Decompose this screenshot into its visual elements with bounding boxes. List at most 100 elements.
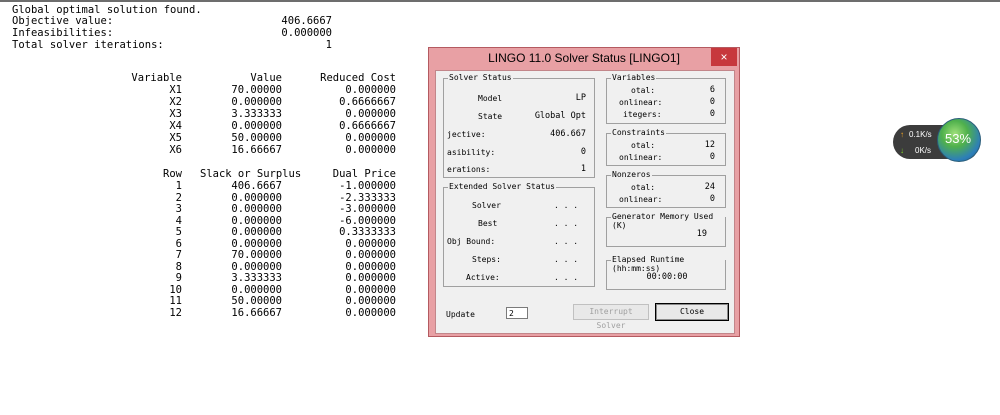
close-icon[interactable]: × [711, 48, 737, 66]
variables-integers-value: 0 [709, 109, 715, 119]
runtime-group: Elapsed Runtime (hh:mm:ss) 00:00:00 [606, 255, 726, 290]
rows-cell: 0.000000 [231, 260, 282, 273]
rows-cell: 0.000000 [231, 226, 282, 238]
rows-cell: 0.000000 [345, 249, 396, 261]
memory-value: 19 [696, 229, 707, 239]
variables-cell: 70.00000 [231, 84, 282, 96]
memory-group: Generator Memory Used (K) 19 [606, 212, 726, 247]
rows-cell: -3.000000 [339, 203, 396, 215]
obj-bound-value: . . . [554, 237, 579, 246]
extended-status-label: Extended Solver Status [448, 182, 556, 191]
constraints-total-value: 12 [704, 140, 715, 150]
rows-cell: 10 [169, 283, 182, 296]
download-rate: 0K/s [915, 146, 932, 155]
extended-status-group: Extended Solver Status Solver . . . Best… [443, 182, 595, 287]
active-label: Active: [466, 273, 500, 282]
rows-cell: 9 [175, 272, 182, 284]
rows-cell: 0.3333333 [339, 226, 396, 238]
obj-bound-label: Obj Bound: [447, 237, 496, 246]
state-label: State [478, 112, 503, 121]
rows-cell: 1 [175, 180, 182, 192]
variables-cell: X1 [169, 84, 182, 96]
nonzeros-label: Nonzeros [611, 170, 652, 179]
close-button[interactable]: Close [655, 303, 729, 321]
variables-label: Variables [611, 73, 657, 82]
constraints-total-label: otal: [631, 141, 656, 150]
rows-cell: 0.000000 [231, 237, 282, 250]
constraints-nonlinear-value: 0 [709, 152, 715, 162]
runtime-label: Elapsed Runtime (hh:mm:ss) [611, 255, 725, 273]
rows-cell: 12 [169, 306, 182, 319]
variables-cell: 3.333333 [231, 108, 282, 120]
rows-cell: 11 [169, 295, 182, 307]
objective-label: jective: [447, 130, 486, 139]
infeasibilities-label: Infeasibilities: [12, 27, 114, 39]
variables-cell: X2 [169, 96, 182, 108]
rows-cell: 0.000000 [231, 191, 282, 204]
rows-cell: 4 [175, 214, 182, 227]
variables-cell: 16.66667 [231, 144, 282, 156]
variables-cell: 0.6666667 [339, 96, 396, 108]
rows-cell: -2.333333 [339, 191, 396, 204]
rows-cell: 70.00000 [231, 249, 282, 261]
objective-value: 406.6667 [281, 15, 332, 27]
variables-nonlinear-value: 0 [709, 97, 715, 107]
runtime-value: 00:00:00 [646, 272, 688, 282]
variables-header-cell: Reduced Cost [320, 72, 396, 84]
best-label: Best [478, 219, 498, 228]
variables-cell: 0.000000 [345, 84, 396, 96]
dialog-title: LINGO 11.0 Solver Status [LINGO1] [488, 51, 680, 65]
rows-cell: 8 [175, 260, 182, 273]
variables-header-cell: Variable [131, 72, 182, 84]
best-value: . . . [554, 219, 579, 228]
state-value: Global Opt [534, 111, 586, 121]
nonzeros-nonlinear-value: 0 [709, 194, 715, 204]
iterations-value: 1 [580, 164, 586, 174]
nonzeros-nonlinear-label: onlinear: [619, 195, 663, 204]
rows-header-cell: Row [163, 168, 182, 180]
update-interval-input[interactable]: 2 [506, 307, 528, 319]
rows-cell: 0.000000 [345, 283, 396, 296]
nonzeros-group: Nonzeros otal: 24 onlinear: 0 [606, 170, 726, 208]
variables-cell: 0.000000 [345, 108, 396, 120]
memory-label: Generator Memory Used (K) [611, 212, 725, 230]
window-top-border [0, 0, 1000, 2]
solver-status-label: Solver Status [448, 73, 513, 82]
dialog-titlebar[interactable]: LINGO 11.0 Solver Status [LINGO1] × [429, 48, 739, 70]
interrupt-solver-button[interactable]: Interrupt Solver [573, 304, 649, 330]
infeasibility-label: asibility: [447, 148, 496, 157]
rows-header-cell: Dual Price [332, 168, 396, 180]
constraints-nonlinear-label: onlinear: [619, 153, 663, 162]
rows-cell: 16.66667 [231, 306, 282, 319]
rows-cell: 50.00000 [231, 295, 282, 307]
rows-cell: 406.6667 [231, 180, 282, 192]
variables-cell: X6 [169, 144, 182, 156]
solver-status-dialog: LINGO 11.0 Solver Status [LINGO1] × Solv… [428, 47, 740, 337]
objective-label: Objective value: [12, 15, 114, 27]
rows-cell: 0.000000 [345, 295, 396, 307]
rows-cell: 0.000000 [345, 237, 396, 250]
iterations-label: erations: [447, 165, 491, 174]
model-value: LP [575, 93, 586, 103]
steps-label: Steps: [472, 255, 501, 264]
update-label: Update [446, 310, 475, 319]
objective-value: 406.667 [550, 129, 586, 139]
variables-cell: X4 [169, 120, 182, 132]
rows-cell: 0.000000 [231, 203, 282, 215]
variables-integers-label: itegers: [623, 110, 662, 119]
infeasibilities-value: 0.000000 [281, 27, 332, 39]
rows-cell: 3 [175, 203, 182, 215]
variables-cell: 0.000000 [345, 144, 396, 156]
variables-cell: X3 [169, 108, 182, 120]
variables-group: Variables otal: 6 onlinear: 0 itegers: 0 [606, 73, 726, 124]
constraints-label: Constraints [611, 128, 666, 137]
infeasibility-value: 0 [580, 147, 586, 157]
nonzeros-total-value: 24 [704, 182, 715, 192]
variables-cell: 50.00000 [231, 132, 282, 144]
variables-cell: 0.000000 [231, 120, 282, 132]
solver-status-group: Solver Status Model LP State Global Opt … [443, 73, 595, 178]
upload-arrow-icon: ↑ [900, 130, 904, 139]
iterations-value: 1 [325, 39, 332, 51]
rows-cell: 0.000000 [231, 214, 282, 227]
rows-cell: 3.333333 [231, 272, 282, 284]
